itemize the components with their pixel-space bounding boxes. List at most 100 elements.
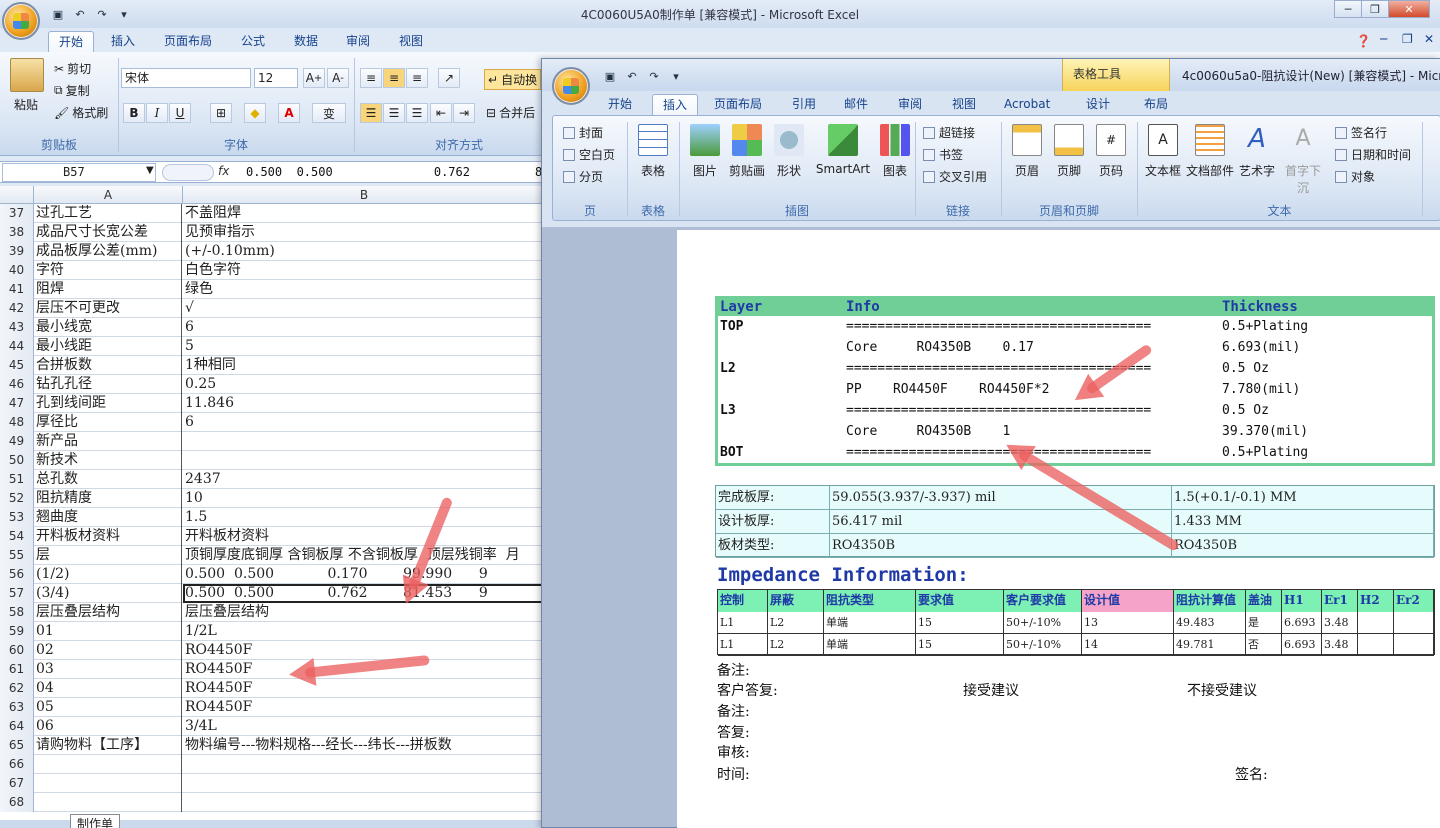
cell-a[interactable]: 合拼板数 — [34, 356, 182, 375]
help-icon[interactable]: ❓ — [1356, 34, 1371, 48]
word-tab-layout[interactable]: 布局 — [1134, 94, 1178, 115]
cell-b[interactable] — [183, 793, 545, 812]
cell-a[interactable]: 最小线距 — [34, 337, 182, 356]
ws-close-icon[interactable]: ✕ — [1424, 32, 1434, 46]
font-color-icon[interactable]: A — [278, 103, 300, 123]
hyperlink-button[interactable]: 超链接 — [923, 124, 975, 141]
cell-a[interactable]: 成品板厚公差(mm) — [34, 242, 182, 261]
sheet-row[interactable]: 62 04 RO4450F — [0, 679, 545, 698]
cross-reference-button[interactable]: 交叉引用 — [923, 168, 987, 185]
column-header-a[interactable]: A — [34, 186, 183, 204]
tab-data[interactable]: 数据 — [284, 31, 328, 52]
cell-b[interactable]: 1/2L — [183, 622, 545, 641]
sheet-row[interactable]: 47 孔到线间距 11.846 — [0, 394, 545, 413]
blank-page-button[interactable]: 空白页 — [563, 146, 615, 163]
sheet-tab[interactable]: 制作单 — [70, 814, 121, 828]
cell-a[interactable]: 03 — [34, 660, 182, 679]
row-header[interactable]: 63 — [0, 698, 34, 717]
row-header[interactable]: 59 — [0, 622, 34, 641]
cell-b[interactable]: RO4450F — [183, 698, 545, 717]
cell-b[interactable]: 1.5 — [183, 508, 545, 527]
word-tab-references[interactable]: 引用 — [782, 94, 826, 115]
sheet-tabs[interactable]: 制作单 — [0, 814, 545, 828]
cell-b[interactable]: 白色字符 — [183, 261, 545, 280]
date-time-button[interactable]: 日期和时间 — [1335, 146, 1411, 163]
cell-b[interactable]: 0.500 0.500 0.762 81.453 9 — [183, 584, 545, 603]
cell-a[interactable]: (1/2) — [34, 565, 182, 584]
orientation-icon[interactable]: ↗ — [438, 68, 460, 88]
tab-insert[interactable]: 插入 — [101, 31, 145, 52]
cell-b[interactable]: 2437 — [183, 470, 545, 489]
name-box[interactable]: B57 — [2, 163, 156, 182]
cell-b[interactable] — [183, 774, 545, 793]
sheet-row[interactable]: 40 字符 白色字符 — [0, 261, 545, 280]
row-header[interactable]: 53 — [0, 508, 34, 527]
sheet-row[interactable]: 50 新技术 — [0, 451, 545, 470]
quick-parts-button[interactable]: 文档部件 — [1185, 124, 1235, 179]
cell-b[interactable]: 不盖阻焊 — [183, 204, 545, 223]
shapes-button[interactable]: 形状 — [767, 124, 811, 179]
word-redo-icon[interactable]: ↷ — [646, 68, 662, 84]
format-painter-button[interactable]: 🖌 格式刷 — [54, 104, 108, 121]
fill-color-icon[interactable]: ◆ — [244, 103, 266, 123]
row-header[interactable]: 37 — [0, 204, 34, 223]
ws-restore-icon[interactable]: ❐ — [1402, 32, 1413, 46]
worksheet-grid[interactable]: 37 过孔工艺 不盖阻焊 38 成品尺寸长宽公差 见预审指示 39 成品板厚公差(mm) (+/… — [0, 204, 545, 820]
cell-a[interactable] — [34, 755, 182, 774]
row-header[interactable]: 51 — [0, 470, 34, 489]
cover-page-button[interactable]: 封面 — [563, 124, 603, 141]
row-header[interactable]: 43 — [0, 318, 34, 337]
picture-button[interactable]: 图片 — [683, 124, 727, 179]
cell-b[interactable] — [183, 432, 545, 451]
cell-a[interactable]: 总孔数 — [34, 470, 182, 489]
object-button[interactable]: 对象 — [1335, 168, 1375, 185]
row-header[interactable]: 40 — [0, 261, 34, 280]
close-icon[interactable]: ✕ — [1388, 0, 1430, 18]
cell-a[interactable]: 最小线宽 — [34, 318, 182, 337]
row-header[interactable]: 60 — [0, 641, 34, 660]
word-tab-acrobat[interactable]: Acrobat — [994, 94, 1060, 115]
grow-font-icon[interactable]: A + — [303, 68, 325, 88]
cell-a[interactable]: 05 — [34, 698, 182, 717]
cell-a[interactable]: 钻孔孔径 — [34, 375, 182, 394]
page-number-button[interactable]: # 页码 — [1089, 124, 1133, 179]
cell-b[interactable]: 绿色 — [183, 280, 545, 299]
cell-a[interactable]: (3/4) — [34, 584, 182, 603]
cell-b[interactable]: 0.500 0.500 0.170 99.990 9 — [183, 565, 545, 584]
cell-a[interactable]: 层 — [34, 546, 182, 565]
row-header[interactable]: 56 — [0, 565, 34, 584]
cell-a[interactable] — [34, 793, 182, 812]
clipart-button[interactable]: 剪贴画 — [725, 124, 769, 179]
formula-input[interactable]: 0.500 0.500 0.762 81. — [246, 165, 557, 179]
cell-b[interactable]: √ — [183, 299, 545, 318]
font-size-combo[interactable]: 12 — [254, 68, 298, 88]
word-tab-design[interactable]: 设计 — [1076, 94, 1120, 115]
cell-a[interactable]: 字符 — [34, 261, 182, 280]
row-header[interactable]: 66 — [0, 755, 34, 774]
namebox-dropdown-icon[interactable]: ▼ — [146, 165, 154, 176]
align-right-icon[interactable]: ☰ — [406, 103, 428, 123]
document-page[interactable]: Layer Info Thickness TOP ================… — [677, 230, 1440, 828]
sheet-row[interactable]: 44 最小线距 5 — [0, 337, 545, 356]
cell-a[interactable]: 开料板材资料 — [34, 527, 182, 546]
cell-b[interactable]: 5 — [183, 337, 545, 356]
cell-b[interactable] — [183, 755, 545, 774]
row-header[interactable]: 62 — [0, 679, 34, 698]
row-header[interactable]: 55 — [0, 546, 34, 565]
row-header[interactable]: 57 — [0, 584, 34, 603]
cell-b[interactable]: 0.25 — [183, 375, 545, 394]
sheet-row[interactable]: 43 最小线宽 6 — [0, 318, 545, 337]
word-tab-home[interactable]: 开始 — [598, 94, 642, 115]
font-name-combo[interactable]: 宋体 — [121, 68, 251, 88]
minimize-icon[interactable]: ─ — [1334, 0, 1362, 18]
ws-minimize-icon[interactable]: ─ — [1380, 32, 1387, 46]
row-header[interactable]: 47 — [0, 394, 34, 413]
cell-b[interactable]: 11.846 — [183, 394, 545, 413]
row-header[interactable]: 42 — [0, 299, 34, 318]
word-qat-menu-icon[interactable]: ▾ — [668, 68, 684, 84]
sheet-row[interactable]: 54 开料板材资料 开料板材资料 — [0, 527, 545, 546]
cell-a[interactable]: 孔到线间距 — [34, 394, 182, 413]
wordart-button[interactable]: A 艺术字 — [1235, 124, 1279, 179]
sheet-row[interactable]: 57 (3/4) 0.500 0.500 0.762 81.453 9 — [0, 584, 545, 603]
sheet-row[interactable]: 64 06 3/4L — [0, 717, 545, 736]
